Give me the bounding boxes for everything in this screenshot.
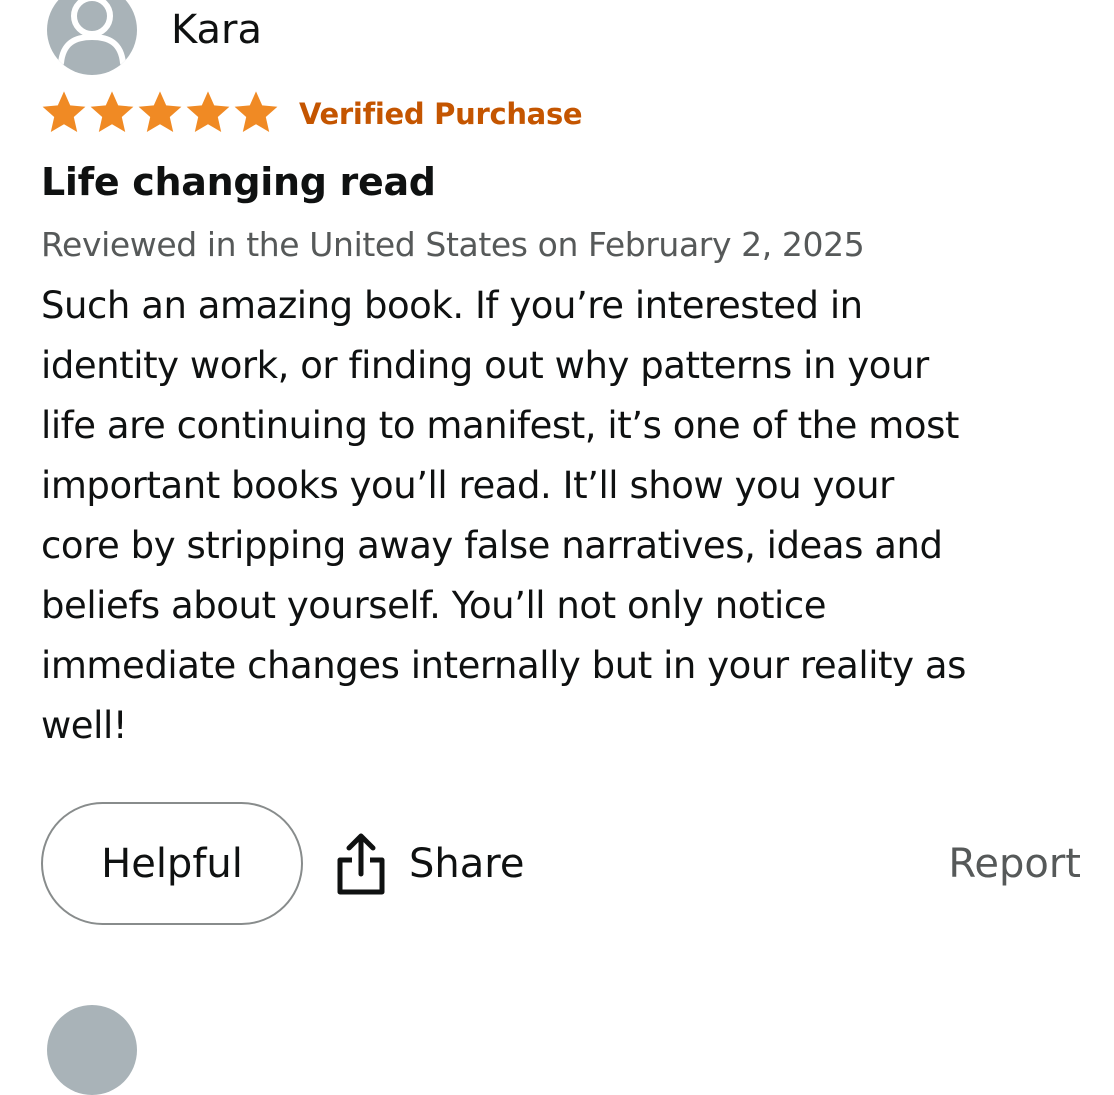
report-link[interactable]: Report bbox=[948, 840, 1081, 888]
review-body-line: immediate changes internally but in your… bbox=[41, 644, 966, 687]
star-icon bbox=[42, 91, 86, 132]
share-label: Share bbox=[409, 841, 525, 887]
review-body: Such an amazing book. If you’re interest… bbox=[41, 276, 1091, 756]
share-icon bbox=[337, 833, 385, 895]
review-body-line: identity work, or finding out why patter… bbox=[41, 344, 929, 387]
review-title: Life changing read bbox=[41, 160, 436, 204]
review-body-line: important books you’ll read. It’ll show … bbox=[41, 464, 894, 507]
person-icon bbox=[58, 0, 126, 66]
review-date: Reviewed in the United States on Februar… bbox=[41, 225, 865, 264]
next-reviewer-avatar[interactable] bbox=[47, 1005, 137, 1095]
review-body-line: well! bbox=[41, 704, 128, 747]
share-button[interactable]: Share bbox=[335, 832, 524, 896]
review-body-line: Such an amazing book. If you’re interest… bbox=[41, 284, 863, 327]
review-card: Kara Verified Purchase Life changing rea… bbox=[0, 0, 1114, 1095]
review-body-line: core by stripping away false narratives,… bbox=[41, 524, 943, 567]
star-icon bbox=[186, 91, 230, 132]
reviewer-name[interactable]: Kara bbox=[171, 6, 262, 54]
review-body-line: life are continuing to manifest, it’s on… bbox=[41, 404, 959, 447]
star-icon bbox=[90, 91, 134, 132]
reviewer-avatar[interactable] bbox=[47, 0, 137, 75]
helpful-button[interactable]: Helpful bbox=[41, 802, 303, 925]
star-icon bbox=[138, 91, 182, 132]
verified-purchase-badge: Verified Purchase bbox=[299, 97, 583, 131]
star-rating[interactable] bbox=[40, 89, 282, 137]
star-icon bbox=[234, 91, 278, 132]
review-body-line: beliefs about yourself. You’ll not only … bbox=[41, 584, 827, 627]
